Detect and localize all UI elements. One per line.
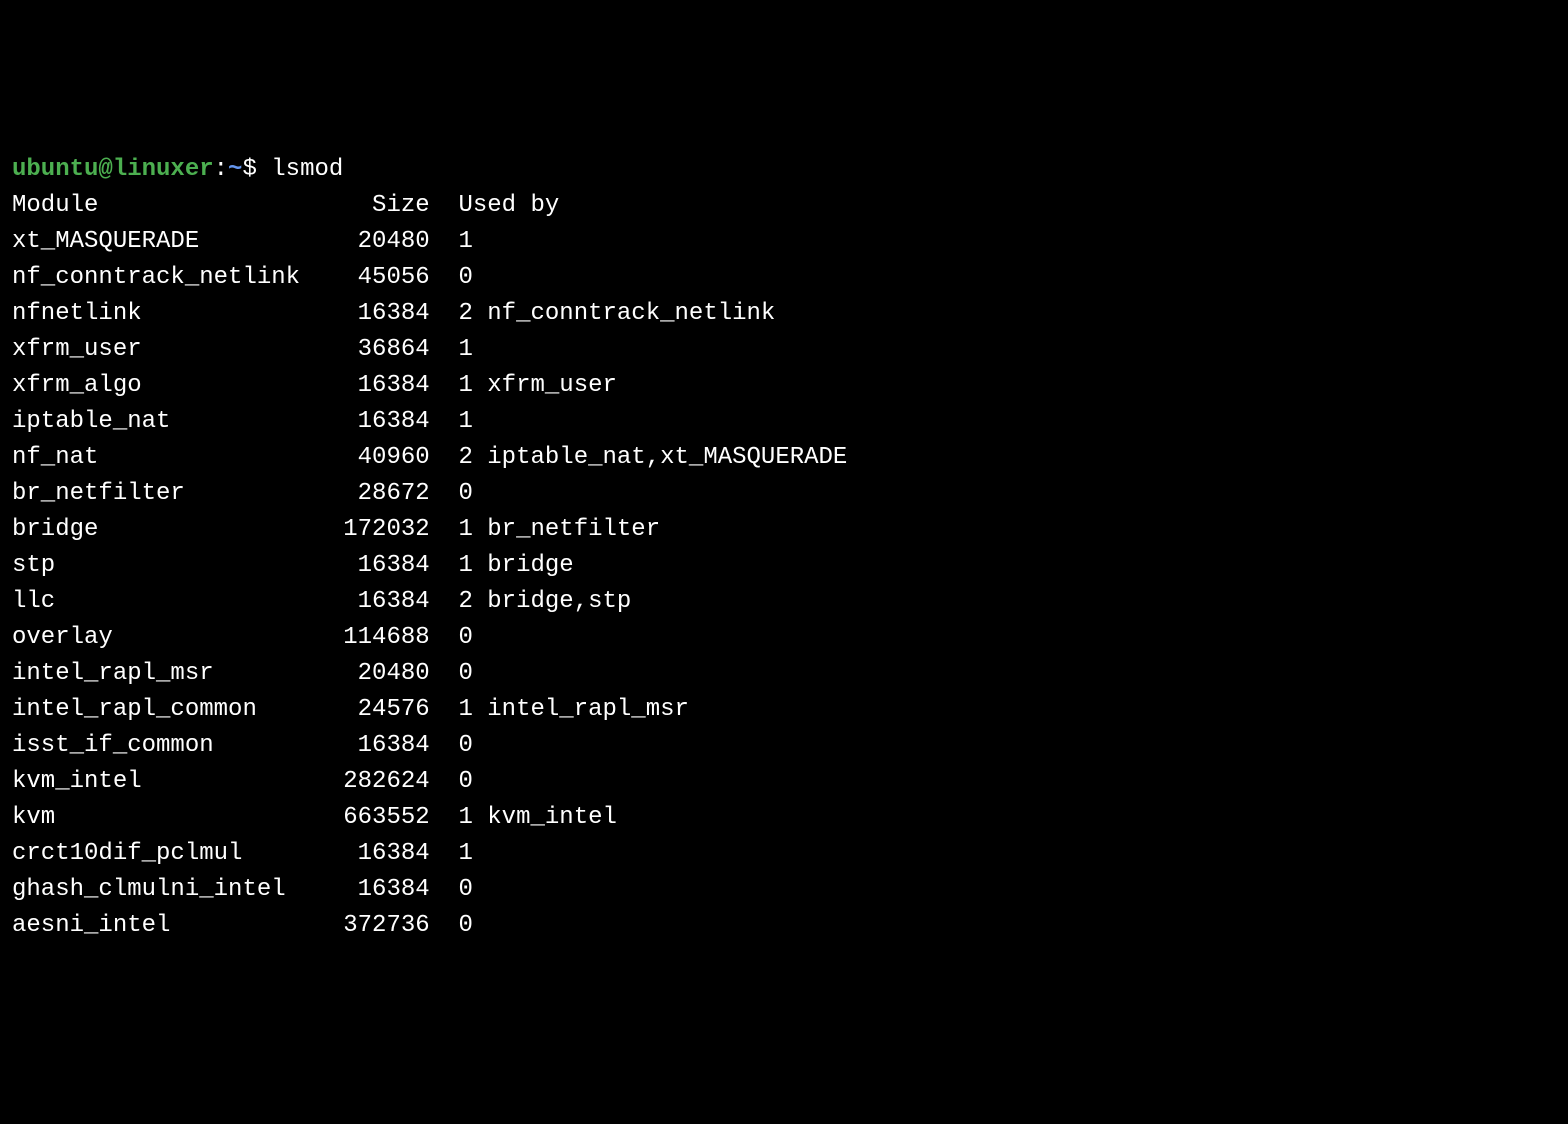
module-row: isst_if_common 16384 0 [12, 728, 1556, 764]
module-row: llc 16384 2 bridge,stp [12, 584, 1556, 620]
module-row: ghash_clmulni_intel 16384 0 [12, 872, 1556, 908]
module-row: aesni_intel 372736 0 [12, 908, 1556, 944]
module-row: intel_rapl_msr 20480 0 [12, 656, 1556, 692]
module-row: overlay 114688 0 [12, 620, 1556, 656]
prompt-path: ~ [228, 156, 242, 183]
module-row: bridge 172032 1 br_netfilter [12, 512, 1556, 548]
prompt-colon: : [214, 156, 228, 183]
module-row: nf_nat 40960 2 iptable_nat,xt_MASQUERADE [12, 440, 1556, 476]
prompt-line: ubuntu@linuxer:~$ lsmod [12, 152, 1556, 188]
module-row: nf_conntrack_netlink 45056 0 [12, 260, 1556, 296]
module-row: br_netfilter 28672 0 [12, 476, 1556, 512]
module-row: xfrm_user 36864 1 [12, 332, 1556, 368]
header-row: Module Size Used by [12, 188, 1556, 224]
module-row: intel_rapl_common 24576 1 intel_rapl_msr [12, 692, 1556, 728]
prompt-user: ubuntu@linuxer [12, 156, 214, 183]
module-row: iptable_nat 16384 1 [12, 404, 1556, 440]
module-row: xfrm_algo 16384 1 xfrm_user [12, 368, 1556, 404]
module-row: kvm 663552 1 kvm_intel [12, 800, 1556, 836]
module-row: nfnetlink 16384 2 nf_conntrack_netlink [12, 296, 1556, 332]
module-row: crct10dif_pclmul 16384 1 [12, 836, 1556, 872]
module-row: stp 16384 1 bridge [12, 548, 1556, 584]
module-row: xt_MASQUERADE 20480 1 [12, 224, 1556, 260]
command-text: lsmod [271, 156, 343, 183]
terminal-output[interactable]: ubuntu@linuxer:~$ lsmodModule Size Used … [12, 152, 1556, 944]
module-row: kvm_intel 282624 0 [12, 764, 1556, 800]
prompt-dollar: $ [242, 156, 256, 183]
